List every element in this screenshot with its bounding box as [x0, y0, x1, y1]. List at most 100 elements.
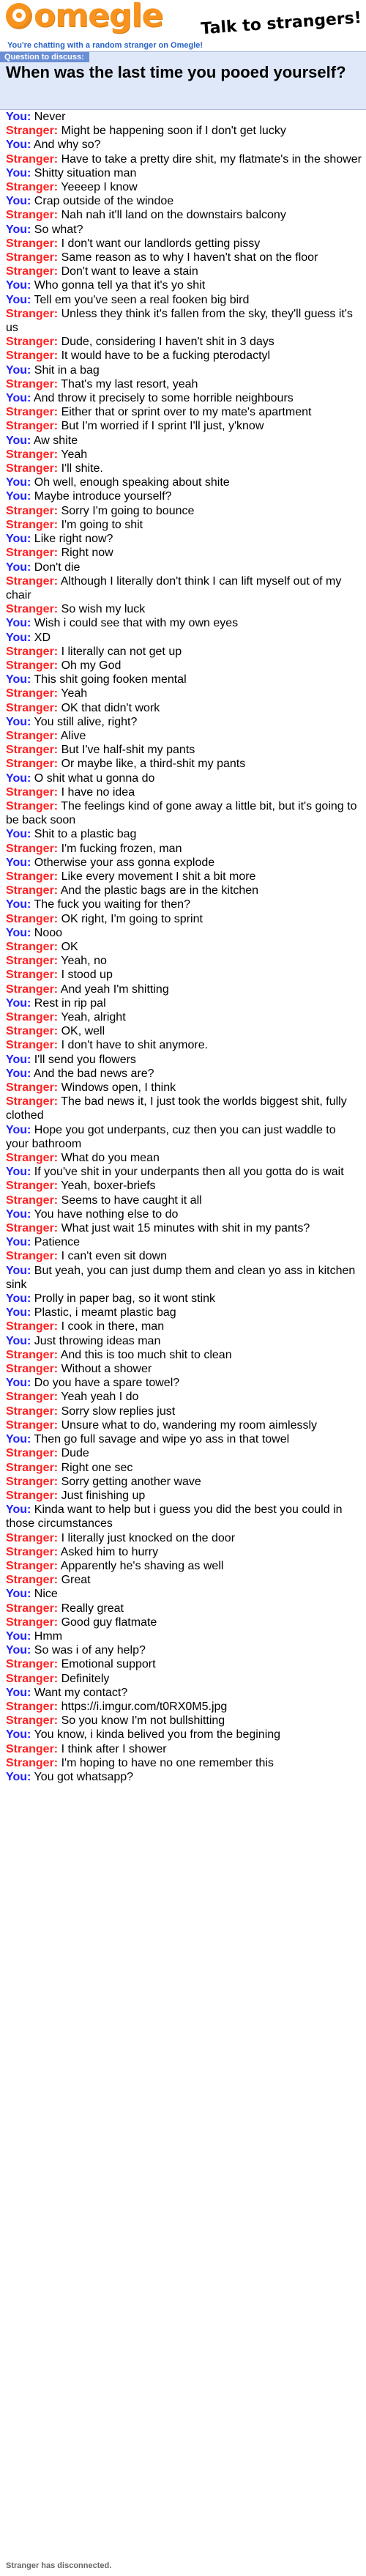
chat-message-stranger: Stranger: Sorry I'm going to bounce [6, 504, 362, 518]
chat-message-you: You: You know, i kinda belived you from … [6, 1728, 362, 1742]
disconnect-notice: Stranger has disconnected. [6, 2561, 112, 2570]
omegle-logo[interactable]: omegle [6, 0, 163, 32]
speaker-label: Stranger: [6, 377, 59, 391]
chat-message-stranger: Stranger: Yeah, no [6, 954, 362, 968]
speaker-label: Stranger: [6, 152, 59, 166]
chat-message-you: You: Who gonna tell ya that it's yo shit [6, 278, 362, 292]
speaker-label: Stranger: [6, 687, 59, 700]
speaker-label: You: [6, 166, 31, 179]
message-text: Rest in rip pal [31, 996, 106, 1010]
speaker-label: Stranger: [6, 1615, 59, 1629]
message-text: What do you mean [58, 1152, 160, 1165]
chat-message-stranger: Stranger: I'll shite. [6, 462, 362, 475]
chat-message-stranger: Stranger: What do you mean [6, 1151, 362, 1165]
message-text: Unsure what to do, wandering my room aim… [58, 1418, 318, 1432]
question-text: When was the last time you pooed yoursel… [6, 63, 346, 81]
speaker-label: You: [6, 828, 31, 841]
speaker-label: You: [6, 673, 31, 686]
message-text: Hope you got underpants, cuz then you ca… [6, 1123, 336, 1150]
chat-message-stranger: Stranger: Don't want to leave a stain [6, 264, 362, 278]
message-text: The feelings kind of gone away a little … [6, 799, 357, 827]
speaker-label: Stranger: [6, 758, 59, 771]
chat-message-stranger: Stranger: Alive [6, 729, 362, 743]
chat-message-stranger: Stranger: Sorry slow replies just [6, 1404, 362, 1418]
message-text: Alive [58, 729, 86, 742]
chat-message-stranger: Stranger: So you know I'm not bullshitti… [6, 1714, 362, 1728]
message-text: Who gonna tell ya that it's yo shit [31, 279, 206, 292]
message-text: And yeah I'm shitting [58, 982, 169, 996]
chat-message-stranger: Stranger: And this is too much shit to c… [6, 1348, 362, 1362]
message-text: OK, well [58, 1025, 105, 1038]
speaker-label: Stranger: [6, 1320, 59, 1333]
chat-message-stranger: Stranger: Although I literally don't thi… [6, 574, 362, 602]
chat-message-you: You: Hmm [6, 1629, 362, 1643]
speaker-label: Stranger: [6, 870, 59, 883]
message-text: Then go full savage and wipe yo ass in t… [31, 1433, 290, 1446]
speaker-label: You: [6, 293, 31, 306]
chat-message-you: You: So was i of any help? [6, 1643, 362, 1657]
chat-message-you: You: So what? [6, 223, 362, 237]
message-text: Or maybe like, a third-shit my pants [58, 758, 246, 771]
chat-message-stranger: Stranger: I literally can not get up [6, 645, 362, 659]
chat-message-stranger: Stranger: I literally just knocked on th… [6, 1531, 362, 1545]
speaker-label: You: [6, 996, 31, 1010]
speaker-label: Stranger: [6, 307, 59, 320]
message-text: Right now [58, 547, 113, 560]
speaker-label: You: [6, 1067, 31, 1080]
speaker-label: Stranger: [6, 701, 59, 714]
speaker-label: You: [6, 1207, 31, 1221]
speaker-label: You: [6, 434, 31, 447]
chat-message-stranger: Stranger: https://i.imgur.com/t0RX0M5.jp… [6, 1700, 362, 1714]
chat-message-stranger: Stranger: Definitely [6, 1672, 362, 1686]
speaker-label: Stranger: [6, 1193, 59, 1207]
speaker-label: You: [6, 490, 31, 503]
message-text: O shit what u gonna do [31, 771, 155, 785]
chat-message-you: You: Prolly in paper bag, so it wont sti… [6, 1292, 362, 1306]
message-text: Sorry I'm going to bounce [58, 504, 195, 517]
chat-log: You: Never Stranger: Might be happening s… [6, 110, 362, 1784]
chat-message-you: You: Shit to a plastic bag [6, 827, 362, 841]
message-text: Maybe introduce yourself? [31, 490, 172, 503]
speaker-label: Stranger: [6, 420, 59, 433]
speaker-label: Stranger: [6, 336, 59, 349]
speaker-label: You: [6, 715, 31, 728]
chat-message-stranger: Stranger: Yeah, alright [6, 1010, 362, 1024]
message-text: You know, i kinda belived you from the b… [31, 1728, 281, 1742]
chat-message-stranger: Stranger: Without a shower [6, 1362, 362, 1376]
message-text: Same reason as to why I haven't shat on … [58, 251, 318, 264]
speaker-label: You: [6, 1123, 31, 1136]
message-text: But I'm worried if I sprint I'll just, y… [58, 420, 264, 433]
speaker-label: Stranger: [6, 1672, 59, 1685]
speaker-label: Stranger: [6, 785, 59, 799]
chat-message-stranger: Stranger: Asked him to hurry [6, 1545, 362, 1559]
speaker-label: You: [6, 476, 31, 489]
chat-message-stranger: Stranger: Great [6, 1573, 362, 1587]
speaker-label: Stranger: [6, 744, 59, 757]
message-text: What just wait 15 minutes with shit in m… [58, 1222, 310, 1235]
chat-message-stranger: Stranger: OK, well [6, 1024, 362, 1038]
chat-message-you: You: I'll send you flowers [6, 1053, 362, 1067]
chat-message-stranger: Stranger: I have no idea [6, 785, 362, 799]
message-text: I don't want our landlords getting pissy [58, 237, 261, 250]
speaker-label: You: [6, 1377, 31, 1390]
message-text: Shit in a bag [31, 363, 100, 377]
chat-message-stranger: Stranger: Unsure what to do, wandering m… [6, 1418, 362, 1432]
speaker-label: Stranger: [6, 955, 59, 968]
chat-message-stranger: Stranger: Yeah [6, 686, 362, 700]
speaker-label: Stranger: [6, 1756, 59, 1769]
chat-message-you: You: Just throwing ideas man [6, 1334, 362, 1348]
message-text: But yeah, you can just dump them and cle… [6, 1264, 356, 1291]
question-box: Question to discuss: When was the last t… [0, 51, 366, 110]
message-text: Prolly in paper bag, so it wont stink [31, 1292, 216, 1306]
message-text: Want my contact? [31, 1686, 128, 1699]
chat-message-stranger: Stranger: I don't have to shit anymore. [6, 1038, 362, 1052]
header: omegle Talk to strangers! [0, 0, 366, 40]
message-text: I'll shite. [58, 462, 103, 475]
speaker-label: You: [6, 1629, 31, 1643]
chat-message-you: You: O shit what u gonna do [6, 771, 362, 785]
message-text: Wish i could see that with my own eyes [31, 617, 239, 630]
speaker-label: Stranger: [6, 1602, 59, 1615]
chat-message-stranger: Stranger: Right one sec [6, 1461, 362, 1475]
chat-message-you: You: And why so? [6, 138, 362, 152]
omegle-logo-icon [6, 3, 32, 29]
